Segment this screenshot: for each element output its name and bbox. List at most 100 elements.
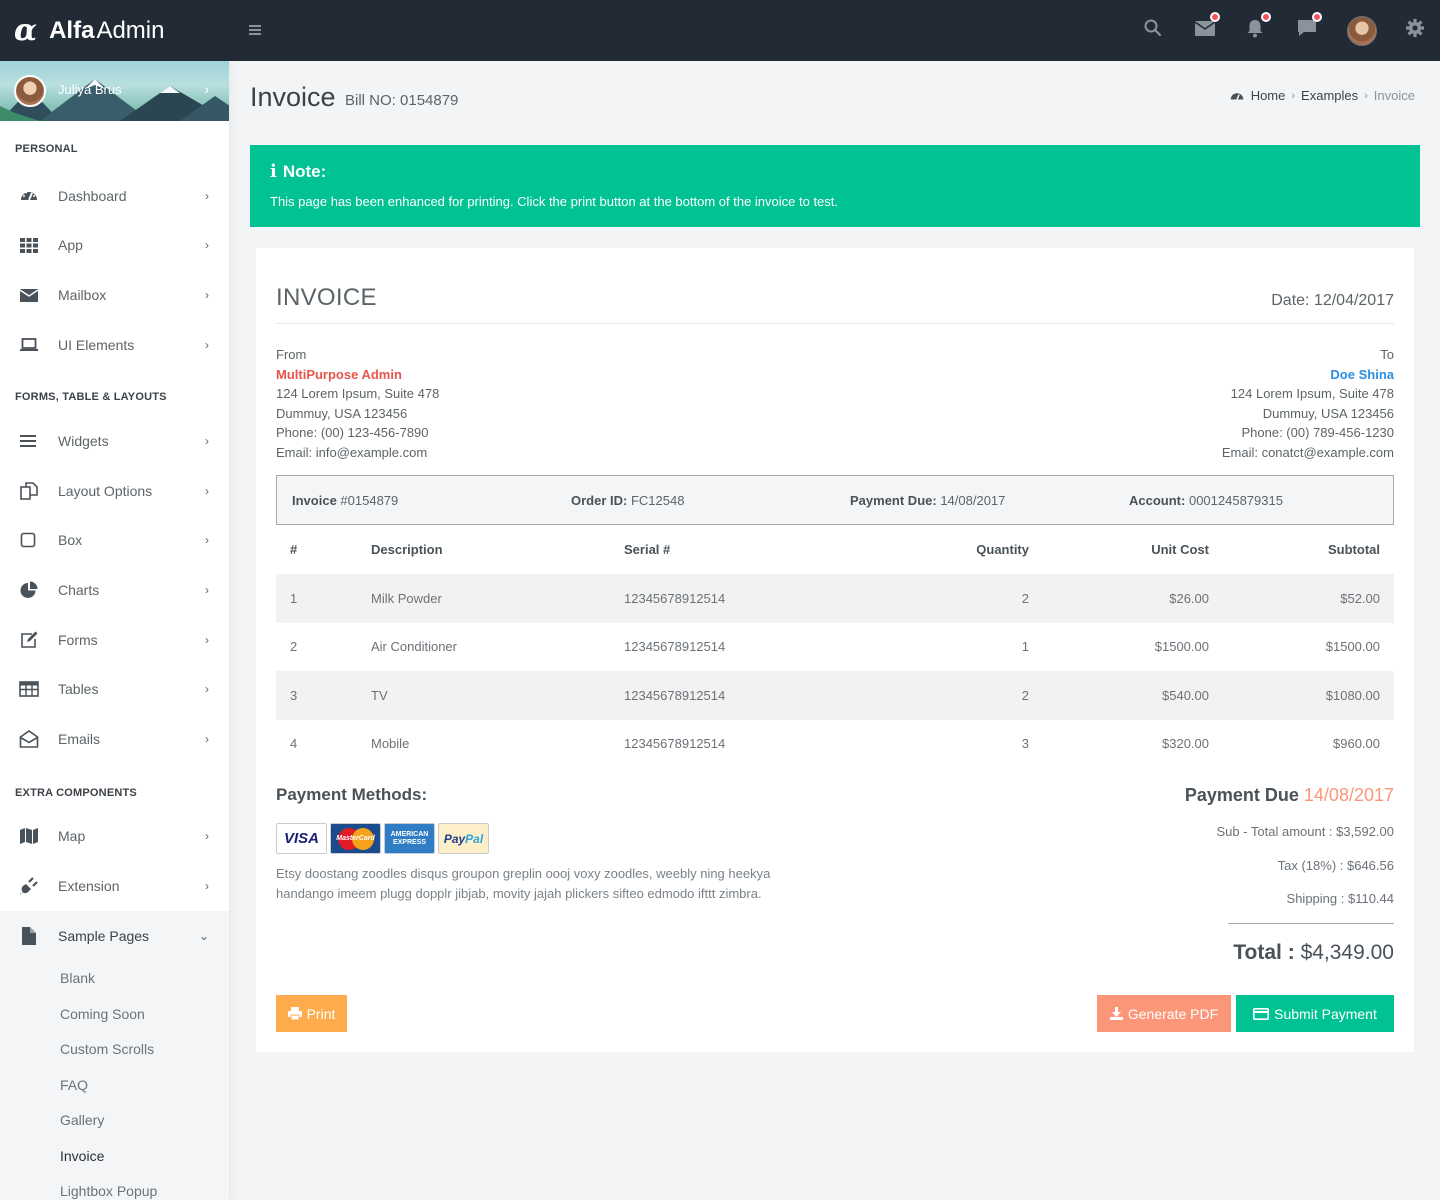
- submenu-item-custom-scrolls[interactable]: Custom Scrolls: [0, 1031, 229, 1067]
- from-name: MultiPurpose Admin: [276, 366, 402, 382]
- chevron-right-icon: ›: [205, 434, 209, 449]
- download-icon: [1109, 1007, 1123, 1020]
- user-panel[interactable]: Juliya Brus ›: [0, 61, 229, 121]
- sidebar-item-layout-options[interactable]: Layout Options ›: [0, 466, 229, 516]
- generate-pdf-label: Generate PDF: [1127, 1005, 1219, 1022]
- cell-unit-cost: $320.00: [1162, 736, 1209, 752]
- submit-payment-button[interactable]: Submit Payment: [1236, 995, 1394, 1032]
- top-header: α Alfa Admin: [0, 0, 1440, 61]
- cell-quantity: 2: [944, 671, 1029, 720]
- sidebar-item-extension[interactable]: Extension ›: [0, 861, 229, 911]
- pie-chart-icon: [19, 580, 39, 600]
- alpha-logo-icon: α: [14, 13, 38, 48]
- generate-pdf-button[interactable]: Generate PDF: [1097, 995, 1231, 1032]
- menu-icon[interactable]: [249, 25, 261, 36]
- divider: [276, 323, 1394, 324]
- submenu-item-gallery[interactable]: Gallery: [0, 1102, 229, 1138]
- sidebar-item-widgets[interactable]: Widgets ›: [0, 416, 229, 466]
- chat-icon[interactable]: [1296, 12, 1322, 42]
- sidebar-item-mailbox[interactable]: Mailbox ›: [0, 270, 229, 320]
- sidebar-item-dashboard[interactable]: Dashboard ›: [0, 171, 229, 221]
- sidebar-item-label: Sample Pages: [58, 927, 150, 944]
- column-header: Subtotal: [1328, 542, 1380, 557]
- dashboard-icon: [1230, 90, 1244, 102]
- chevron-right-icon: ›: [205, 337, 209, 352]
- cell-quantity: 1: [1021, 639, 1029, 655]
- paypal-label-1: Pay: [443, 831, 466, 846]
- mail-icon[interactable]: [1194, 12, 1220, 42]
- amex-label-1: AMERICAN: [390, 830, 429, 838]
- bars-icon: [19, 431, 39, 451]
- sidebar-item-charts[interactable]: Charts ›: [0, 565, 229, 615]
- invoice-items-table: # Description Serial # Quantity Unit Cos…: [276, 525, 1394, 768]
- mail-notification-dot: [1210, 12, 1220, 22]
- sidebar-item-label: Dashboard: [58, 187, 127, 204]
- table-icon: [19, 679, 39, 699]
- paypal-label-2: Pal: [465, 831, 484, 846]
- sidebar-item-forms[interactable]: Forms ›: [0, 615, 229, 665]
- sidebar-item-sample-pages[interactable]: Sample Pages ⌄: [0, 910, 229, 961]
- envelope-icon: [19, 285, 39, 305]
- submenu-item-faq[interactable]: FAQ: [0, 1067, 229, 1103]
- cell-subtotal: $960.00: [1333, 736, 1380, 752]
- sidebar-item-app[interactable]: App ›: [0, 221, 229, 271]
- column-header: Description: [371, 542, 443, 557]
- shipping-amount: Shipping : $110.44: [1286, 891, 1394, 906]
- brand-logo[interactable]: α Alfa Admin: [14, 14, 164, 48]
- sidebar-item-ui-elements[interactable]: UI Elements ›: [0, 320, 229, 370]
- section-extra: EXTRA COMPONENTS: [15, 786, 137, 799]
- meta-account-label: Account:: [1129, 492, 1186, 508]
- info-icon: i: [270, 161, 277, 182]
- cell-subtotal: $1080.00: [1209, 671, 1394, 720]
- cell-description: Mobile: [371, 736, 410, 752]
- cell-serial: 12345678912514: [624, 671, 944, 720]
- chevron-right-icon: ›: [1291, 89, 1296, 102]
- sidebar-item-label: Layout Options: [58, 482, 153, 499]
- breadcrumb-home[interactable]: Home: [1251, 88, 1286, 103]
- submenu-item-invoice[interactable]: Invoice: [0, 1138, 229, 1174]
- avatar[interactable]: [1347, 16, 1377, 46]
- bell-icon[interactable]: [1245, 12, 1271, 42]
- to-address-line1: 124 Lorem Ipsum, Suite 478: [1230, 386, 1394, 401]
- meta-invoice-value: #0154879: [340, 492, 399, 508]
- chevron-right-icon: ›: [205, 483, 209, 498]
- visa-icon: VISA: [276, 823, 327, 854]
- cell-description: TV: [371, 671, 624, 720]
- sidebar-item-label: App: [58, 237, 83, 254]
- print-button[interactable]: Print: [276, 995, 347, 1032]
- column-header: Quantity: [976, 542, 1029, 557]
- amex-label-2: EXPRESS: [392, 838, 427, 846]
- submenu-item-blank[interactable]: Blank: [0, 960, 229, 996]
- search-icon[interactable]: [1143, 18, 1167, 42]
- chevron-right-icon: ›: [1364, 89, 1368, 102]
- breadcrumb-examples[interactable]: Examples: [1301, 88, 1358, 103]
- brand-name-part2: Admin: [96, 17, 165, 44]
- page-title: Invoice: [250, 82, 336, 112]
- meta-order-value: FC12548: [630, 492, 685, 508]
- forms-nav: Widgets › Layout Options › Box › Charts …: [0, 416, 229, 763]
- tax-amount: Tax (18%) : $646.56: [1277, 858, 1394, 873]
- submenu-item-lightbox-popup[interactable]: Lightbox Popup: [0, 1173, 229, 1200]
- cell-subtotal: $52.00: [1209, 574, 1394, 623]
- from-label: From: [276, 347, 307, 362]
- breadcrumb-current: Invoice: [1373, 88, 1415, 103]
- chevron-right-icon: ›: [205, 238, 209, 253]
- table-row: 4 Mobile 12345678912514 3 $320.00 $960.0…: [276, 720, 1394, 769]
- payment-due-label: Payment Due: [1184, 785, 1299, 805]
- cell-num: 4: [290, 736, 298, 752]
- sidebar-item-label: Box: [58, 532, 83, 549]
- chevron-right-icon: ›: [204, 81, 209, 97]
- sidebar-item-tables[interactable]: Tables ›: [0, 664, 229, 714]
- sidebar-item-map[interactable]: Map ›: [0, 812, 229, 862]
- grid-icon: [19, 235, 39, 255]
- bell-notification-dot: [1261, 12, 1271, 22]
- submenu-item-coming-soon[interactable]: Coming Soon: [0, 996, 229, 1032]
- user-name: Juliya Brus: [58, 82, 122, 97]
- gear-icon[interactable]: [1405, 18, 1429, 42]
- to-email: Email: conatct@example.com: [1221, 444, 1394, 460]
- from-address: From MultiPurpose Admin 124 Lorem Ipsum,…: [276, 345, 439, 462]
- sidebar-item-box[interactable]: Box ›: [0, 516, 229, 566]
- cell-quantity: 2: [944, 574, 1029, 623]
- sidebar-item-emails[interactable]: Emails ›: [0, 714, 229, 764]
- table-header-row: # Description Serial # Quantity Unit Cos…: [276, 525, 1394, 574]
